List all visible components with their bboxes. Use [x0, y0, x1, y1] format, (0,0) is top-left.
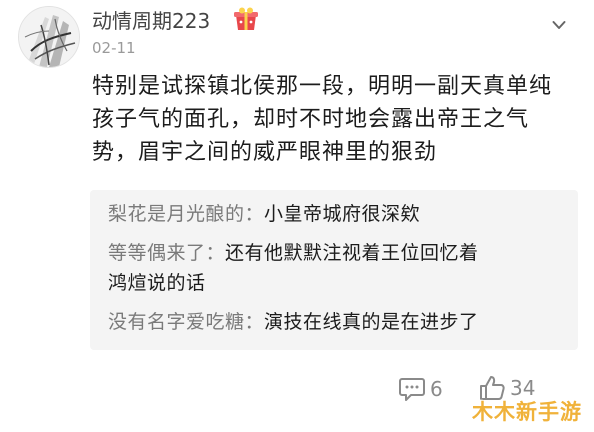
comment-username[interactable]: 动情周期223 — [92, 8, 210, 34]
avatar-sketch-icon — [19, 7, 79, 67]
reply-item[interactable]: 梨花是月光酿的：小皇帝城府很深欸 — [108, 200, 420, 229]
reply-text: 小皇帝城府很深欸 — [264, 203, 421, 225]
comment-date: 02-11 — [92, 39, 136, 57]
chevron-down-icon[interactable] — [552, 20, 566, 30]
comment-line: 势，眉宇之间的威严眼神里的狠劲 — [92, 140, 438, 165]
comment-count: 6 — [430, 377, 443, 401]
reply-author[interactable]: 梨花是月光酿的： — [108, 203, 264, 225]
red-gift-badge-icon — [234, 7, 258, 30]
reply-text: 还有他默默注视着王位回忆着 — [225, 242, 479, 264]
reply-continuation: 鸿煊说的话 — [108, 269, 206, 298]
comment-bubble-icon — [399, 378, 425, 401]
comment-line: 孩子气的面孔，却时不时地会露出帝王之气 — [92, 107, 530, 132]
comment-body: 特别是试探镇北侯那一段，明明一副天真单纯 孩子气的面孔，却时不时地会露出帝王之气… — [92, 70, 582, 169]
comment-button[interactable]: 6 — [398, 376, 443, 402]
reply-item[interactable]: 没有名字爱吃糖：演技在线真的是在进步了 — [108, 308, 479, 337]
avatar[interactable] — [18, 6, 80, 68]
reply-author[interactable]: 没有名字爱吃糖： — [108, 311, 264, 333]
reply-text: 鸿煊说的话 — [108, 272, 206, 294]
comment-line: 特别是试探镇北侯那一段，明明一副天真单纯 — [92, 74, 553, 99]
reply-list[interactable]: 梨花是月光酿的：小皇帝城府很深欸 等等偶来了：还有他默默注视着王位回忆着 鸿煊说… — [90, 190, 578, 350]
reply-author[interactable]: 等等偶来了： — [108, 242, 225, 264]
watermark: 木木新手游 — [472, 400, 582, 424]
reply-item[interactable]: 等等偶来了：还有他默默注视着王位回忆着 — [108, 239, 479, 268]
reply-text: 演技在线真的是在进步了 — [264, 311, 479, 333]
